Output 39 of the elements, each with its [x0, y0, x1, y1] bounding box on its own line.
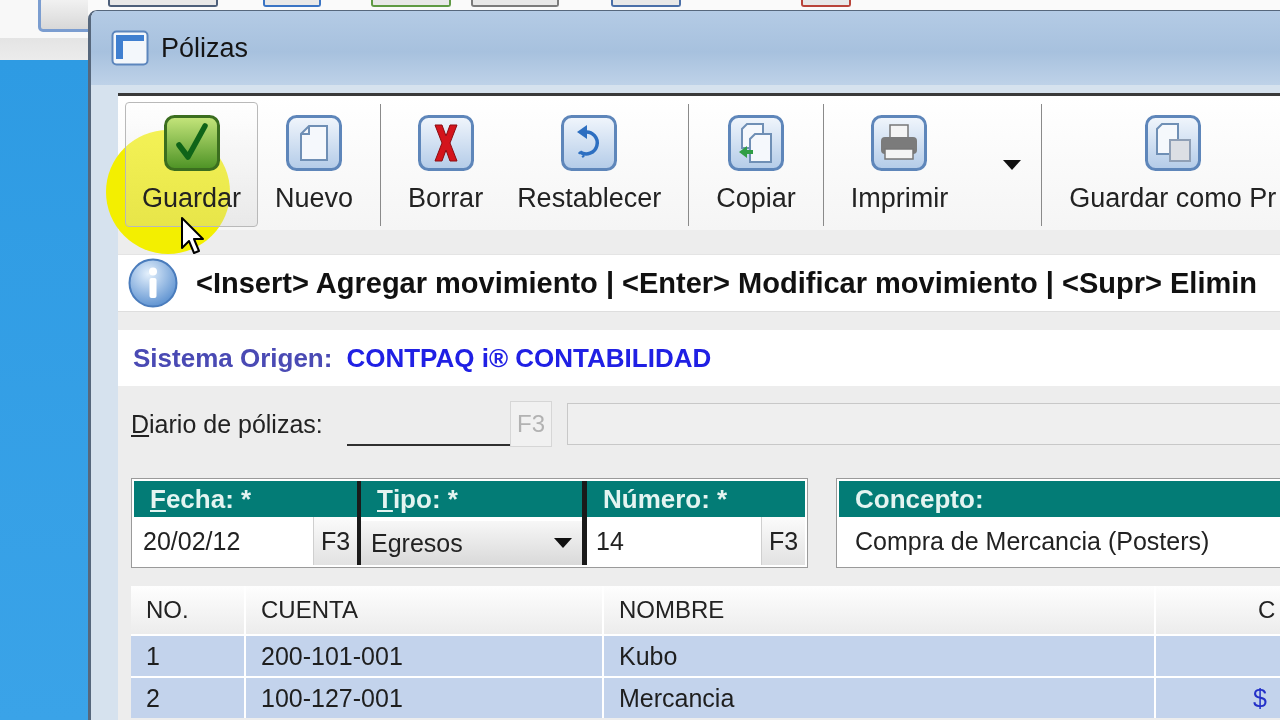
caret-icon[interactable] — [1003, 160, 1022, 170]
toolbar-button[interactable]: Nuevo — [258, 102, 371, 227]
checkmark-icon — [163, 115, 220, 171]
origin-label: Sistema Origen: — [133, 342, 333, 374]
printer-icon — [871, 115, 928, 171]
window-icon — [111, 30, 149, 66]
window-thumbnail — [801, 0, 851, 7]
toolbar-button[interactable]: Restablecer — [500, 102, 679, 227]
lookup-button[interactable]: F3 — [313, 517, 357, 565]
origin-value: CONTPAQ i® CONTABILIDAD — [346, 342, 712, 374]
table-cell: Mercancia — [604, 678, 1154, 718]
dropdown[interactable]: Egresos — [361, 521, 582, 565]
window-thumbnail — [263, 0, 321, 7]
field-label: Concepto: — [839, 481, 1280, 517]
lookup-button[interactable]: F3 — [761, 517, 805, 565]
window-thumbnail — [38, 0, 88, 32]
stacked-pages-icon — [1144, 115, 1201, 171]
table-cell: 100-127-001 — [246, 678, 602, 718]
toolbar-button[interactable]: Imprimir — [833, 102, 966, 227]
page-icon — [286, 115, 343, 171]
toolbar-button[interactable]: Copiar — [699, 102, 813, 227]
shortcut-hint: <Insert> Agregar movimiento | <Enter> Modificar movimiento | <Supr> Elimin — [196, 266, 1258, 300]
table-cell: 2 — [131, 678, 244, 718]
journal-label: Diario de pólizas: — [131, 409, 324, 439]
table-cell: 200-101-001 — [246, 636, 602, 676]
concept-field[interactable]: Compra de Mercancia (Posters) — [839, 517, 1280, 565]
toolbar-button[interactable]: Borrar — [391, 102, 501, 227]
info-icon — [128, 258, 178, 308]
x-icon — [417, 115, 474, 171]
field-label: Fecha: * — [134, 481, 357, 517]
window-title: Pólizas — [161, 32, 249, 64]
table-cell: $ — [1156, 678, 1280, 718]
table-cell: Kubo — [604, 636, 1154, 676]
field-label: Número: * — [587, 481, 805, 517]
table-cell: 1 — [131, 636, 244, 676]
field-label: Tipo: * — [361, 481, 582, 517]
window-thumbnail — [611, 0, 681, 7]
toolbar-button[interactable]: Guardar como Pr — [1052, 102, 1280, 227]
caret-icon — [554, 538, 572, 548]
